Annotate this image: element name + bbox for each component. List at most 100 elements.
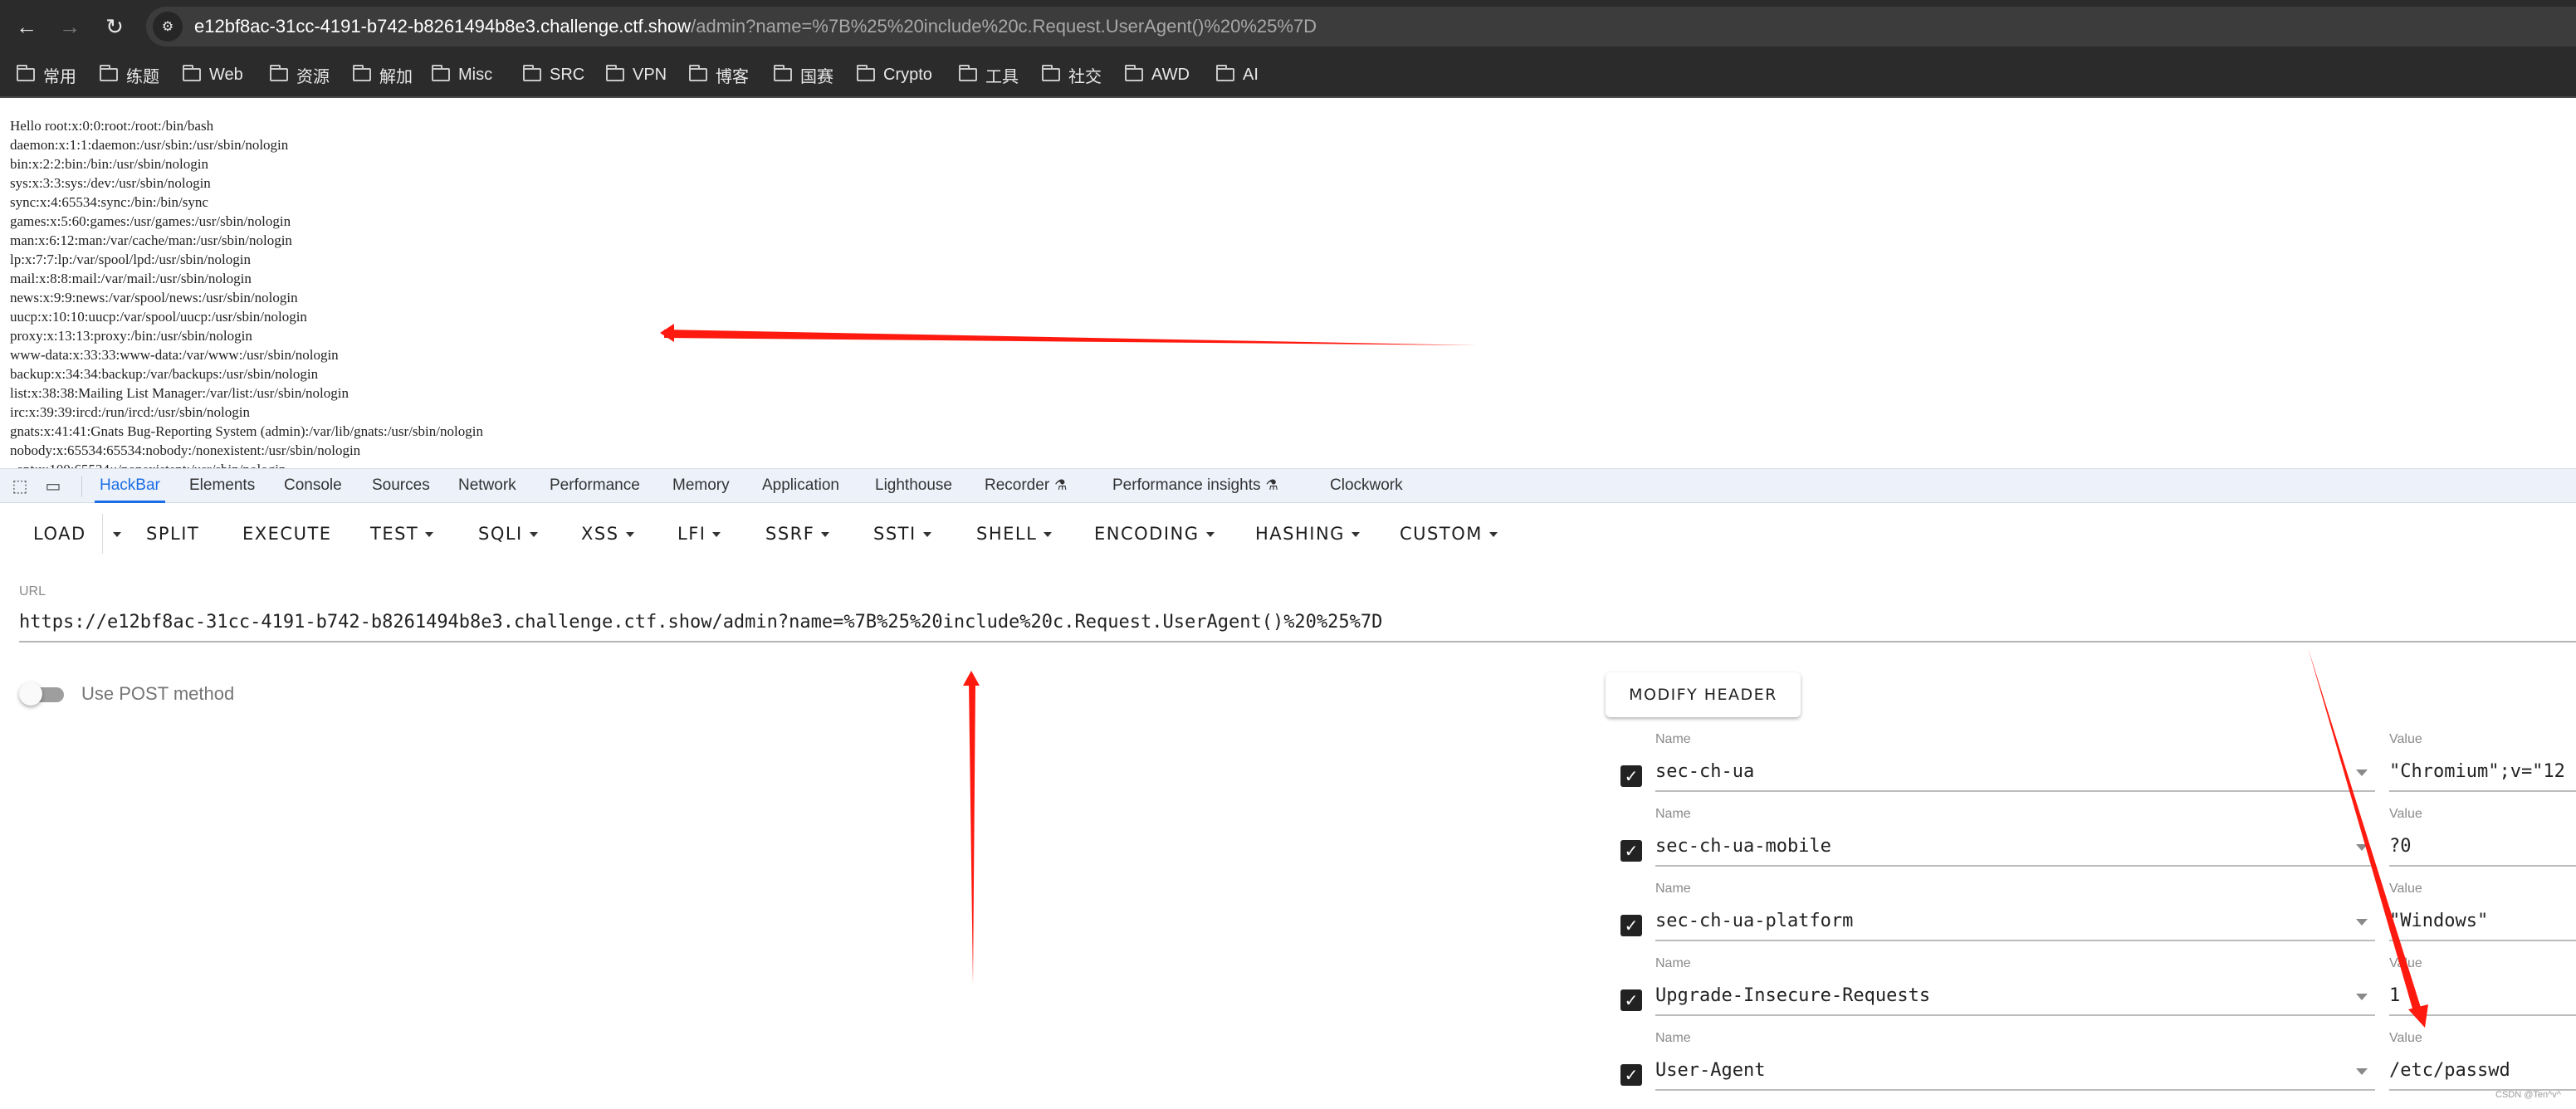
- caret-down-icon: [113, 532, 121, 537]
- folder-icon: [523, 65, 541, 81]
- tab-lighthouse[interactable]: Lighthouse: [870, 469, 957, 503]
- tab-network[interactable]: Network: [453, 469, 521, 503]
- header-value-label: Value: [2389, 807, 2422, 821]
- menu-label: SPLIT: [146, 524, 200, 544]
- bookmark-folder[interactable]: 练题: [100, 61, 159, 88]
- bookmark-folder[interactable]: 社交: [1042, 61, 1102, 88]
- header-value-label: Value: [2389, 882, 2422, 896]
- inspect-glyph: ⬚: [12, 477, 28, 496]
- modify-header-button[interactable]: MODIFY HEADER: [1606, 672, 1801, 717]
- header-name-dropdown-icon[interactable]: [2356, 994, 2368, 1000]
- tab-label: HackBar: [100, 476, 160, 494]
- bookmark-label: 社交: [1068, 67, 1102, 86]
- header-value-input[interactable]: /etc/passwd: [2389, 1051, 2576, 1091]
- header-enabled-checkbox[interactable]: ✓: [1620, 1064, 1642, 1086]
- header-value-input[interactable]: "Chromium";v="12: [2389, 752, 2576, 792]
- url-input[interactable]: https://e12bf8ac-31cc-4191-b742-b8261494…: [19, 606, 2576, 642]
- bookmark-folder[interactable]: 资源: [270, 61, 330, 88]
- header-enabled-checkbox[interactable]: ✓: [1620, 915, 1642, 936]
- tab-sources[interactable]: Sources: [367, 469, 435, 503]
- header-name-input[interactable]: sec-ch-ua-platform: [1655, 901, 2375, 941]
- bookmark-folder[interactable]: Web: [183, 61, 243, 88]
- lfi-button[interactable]: LFI: [677, 519, 721, 549]
- header-name-input[interactable]: sec-ch-ua-mobile: [1655, 827, 2375, 867]
- header-name-input[interactable]: User-Agent: [1655, 1051, 2375, 1091]
- caret-down-icon: [529, 532, 538, 537]
- bookmark-folder[interactable]: SRC: [523, 61, 584, 88]
- bookmark-folder[interactable]: AWD: [1125, 61, 1190, 88]
- bookmark-label: 工具: [985, 67, 1019, 86]
- output-line: sys:x:3:3:sys:/dev:/usr/sbin/nologin: [10, 175, 211, 191]
- back-button[interactable]: ←: [10, 10, 43, 43]
- forward-button[interactable]: →: [53, 10, 86, 43]
- reload-icon: ↻: [105, 14, 124, 39]
- bookmark-folder[interactable]: 博客: [689, 61, 749, 88]
- hashing-button[interactable]: HASHING: [1255, 519, 1360, 549]
- custom-button[interactable]: CUSTOM: [1400, 519, 1498, 549]
- bookmark-folder[interactable]: 常用: [17, 61, 76, 88]
- folder-icon: [774, 65, 792, 81]
- reload-button[interactable]: ↻: [98, 10, 131, 43]
- tab-performance[interactable]: Performance: [545, 469, 645, 503]
- header-name-dropdown-icon[interactable]: [2356, 844, 2368, 851]
- header-value-input[interactable]: ?0: [2389, 827, 2576, 867]
- bookmark-folder[interactable]: Misc: [432, 61, 492, 88]
- tab-performance-insights[interactable]: Performance insights ⚗: [1107, 469, 1283, 503]
- header-name-label: Name: [1655, 1031, 1691, 1045]
- tab-label: Performance: [550, 476, 640, 494]
- bookmark-folder[interactable]: 解加: [353, 61, 413, 88]
- header-enabled-checkbox[interactable]: ✓: [1620, 765, 1642, 787]
- ssti-button[interactable]: SSTI: [873, 519, 931, 549]
- device-toolbar-icon[interactable]: ▭: [42, 475, 65, 498]
- tab-recorder[interactable]: Recorder ⚗: [980, 469, 1072, 503]
- header-name-input[interactable]: Upgrade-Insecure-Requests: [1655, 976, 2375, 1016]
- tab-hackbar[interactable]: HackBar: [95, 469, 165, 503]
- address-bar-url[interactable]: e12bf8ac-31cc-4191-b742-b8261494b8e3.cha…: [194, 7, 1317, 46]
- xss-button[interactable]: XSS: [581, 519, 634, 549]
- bookmark-folder[interactable]: 国赛: [774, 61, 833, 88]
- address-bar[interactable]: ⚙ e12bf8ac-31cc-4191-b742-b8261494b8e3.c…: [146, 7, 2576, 46]
- split-button[interactable]: SPLIT: [146, 519, 199, 549]
- post-method-toggle[interactable]: [19, 681, 67, 707]
- encoding-button[interactable]: ENCODING: [1094, 519, 1215, 549]
- tab-application[interactable]: Application: [757, 469, 844, 503]
- header-name-dropdown-icon[interactable]: [2356, 769, 2368, 776]
- tab-console[interactable]: Console: [279, 469, 347, 503]
- check-icon: ✓: [1624, 916, 1639, 936]
- tab-clockwork[interactable]: Clockwork: [1325, 469, 1408, 503]
- output-line: daemon:x:1:1:daemon:/usr/sbin:/usr/sbin/…: [10, 137, 289, 153]
- folder-icon: [1125, 65, 1143, 81]
- header-name-label: Name: [1655, 732, 1691, 746]
- bookmark-folder[interactable]: AI: [1216, 61, 1259, 88]
- sqli-button[interactable]: SQLI: [478, 519, 538, 549]
- tab-label: Lighthouse: [875, 476, 952, 494]
- load-dropdown-button[interactable]: [106, 519, 121, 549]
- bookmark-folder[interactable]: VPN: [606, 61, 667, 88]
- tab-elements[interactable]: Elements: [184, 469, 260, 503]
- ssrf-button[interactable]: SSRF: [765, 519, 830, 549]
- site-info-button[interactable]: ⚙: [153, 12, 183, 42]
- tab-label: Recorder: [985, 476, 1050, 494]
- folder-icon: [1042, 65, 1060, 81]
- load-button[interactable]: LOAD: [33, 519, 86, 549]
- header-name-dropdown-icon[interactable]: [2356, 1068, 2368, 1075]
- header-enabled-checkbox[interactable]: ✓: [1620, 840, 1642, 862]
- bookmark-folder[interactable]: 工具: [959, 61, 1019, 88]
- test-button[interactable]: TEST: [370, 519, 434, 549]
- header-name-dropdown-icon[interactable]: [2356, 919, 2368, 926]
- arrow-shaft: [969, 682, 975, 984]
- header-name-label: Name: [1655, 807, 1691, 821]
- bookmark-folder[interactable]: Crypto: [857, 61, 932, 88]
- execute-button[interactable]: EXECUTE: [242, 519, 332, 549]
- caret-down-icon: [712, 532, 721, 537]
- header-name-input[interactable]: sec-ch-ua: [1655, 752, 2375, 792]
- shell-button[interactable]: SHELL: [976, 519, 1053, 549]
- hackbar-menu: LOAD SPLIT EXECUTE TEST SQLI XSS LFI SSRF SSTI SH…: [0, 504, 2576, 564]
- output-line: proxy:x:13:13:proxy:/bin:/usr/sbin/nolog…: [10, 328, 252, 344]
- header-value-input[interactable]: "Windows": [2389, 901, 2576, 941]
- header-enabled-checkbox[interactable]: ✓: [1620, 989, 1642, 1011]
- tab-memory[interactable]: Memory: [667, 469, 735, 503]
- caret-down-icon: [1351, 532, 1360, 537]
- inspect-element-icon[interactable]: ⬚: [8, 475, 32, 498]
- header-value-input[interactable]: 1: [2389, 976, 2576, 1016]
